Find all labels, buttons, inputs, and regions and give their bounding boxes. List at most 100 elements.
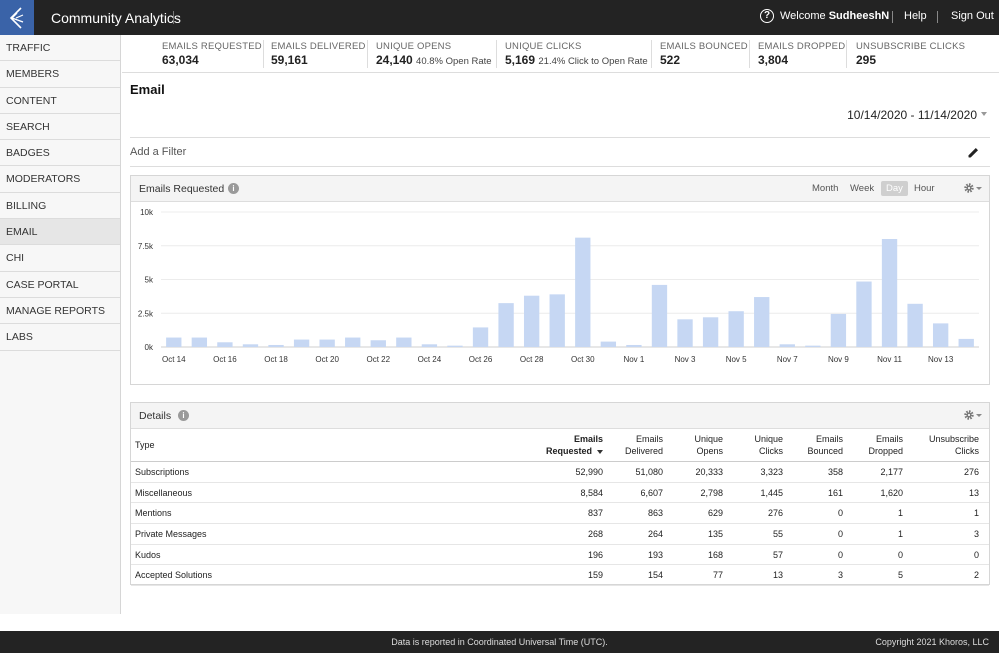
chart-bar[interactable] bbox=[447, 345, 463, 347]
x-tick-label: Nov 5 bbox=[726, 355, 747, 364]
chart-title: Emails Requested bbox=[139, 183, 225, 195]
chart-bar[interactable] bbox=[523, 295, 540, 347]
chart-bar[interactable] bbox=[217, 342, 233, 347]
column-header-unique-clicks[interactable]: Unique Clicks bbox=[733, 429, 793, 462]
column-header-unsubscribe-clicks[interactable]: Unsubscribe Clicks bbox=[913, 429, 989, 462]
gear-icon[interactable] bbox=[963, 409, 975, 421]
stat-emails-dropped[interactable]: EMAILS DROPPED 3,804 bbox=[758, 41, 845, 67]
sidebar-item-email[interactable]: EMAIL bbox=[0, 219, 120, 246]
sidebar-item-members[interactable]: MEMBERS bbox=[0, 61, 120, 88]
chart-bar[interactable] bbox=[370, 340, 386, 347]
chart-bar[interactable] bbox=[830, 313, 847, 347]
stat-emails-bounced[interactable]: EMAILS BOUNCED 522 bbox=[660, 41, 748, 67]
table-cell: 2,798 bbox=[673, 482, 733, 504]
sidebar-item-content[interactable]: CONTENT bbox=[0, 88, 120, 114]
help-icon[interactable]: ? bbox=[760, 9, 774, 23]
chart-bar[interactable] bbox=[345, 337, 361, 347]
chart-bar[interactable] bbox=[677, 319, 693, 347]
chart-bar[interactable] bbox=[958, 338, 974, 347]
gear-icon[interactable] bbox=[963, 182, 975, 194]
stat-emails-delivered[interactable]: EMAILS DELIVERED 59,161 bbox=[271, 41, 366, 67]
username: SudheeshN bbox=[828, 10, 890, 22]
chevron-down-icon[interactable] bbox=[976, 414, 982, 417]
help-link[interactable]: Help bbox=[904, 10, 927, 22]
chart-bar[interactable] bbox=[728, 311, 744, 347]
table-cell: 358 bbox=[793, 461, 853, 483]
table-cell: 0 bbox=[793, 544, 853, 566]
chart-bar[interactable] bbox=[191, 337, 208, 347]
table-cell: 196 bbox=[531, 544, 613, 566]
chart-bar[interactable] bbox=[805, 345, 821, 347]
column-header-emails-delivered[interactable]: Emails Delivered bbox=[613, 429, 673, 462]
add-filter-input[interactable]: Add a Filter bbox=[130, 146, 186, 158]
chart-bar[interactable] bbox=[702, 317, 719, 347]
date-range-picker[interactable]: 10/14/2020 - 11/14/2020 bbox=[847, 108, 977, 122]
chart-bar[interactable] bbox=[779, 344, 795, 347]
sign-out-link[interactable]: Sign Out bbox=[951, 10, 994, 22]
app-title: Community Analytics bbox=[51, 10, 181, 26]
column-header-type[interactable]: Type bbox=[131, 429, 531, 462]
granularity-month[interactable]: Month bbox=[807, 181, 843, 196]
sidebar-item-moderators[interactable]: MODERATORS bbox=[0, 166, 120, 193]
sidebar-item-search[interactable]: SEARCH bbox=[0, 114, 120, 141]
sidebar-item-labs[interactable]: LABS bbox=[0, 324, 120, 351]
chart-bar[interactable] bbox=[268, 344, 284, 347]
info-icon[interactable]: i bbox=[178, 410, 189, 421]
chart-bar[interactable] bbox=[651, 284, 668, 347]
chart-bar[interactable] bbox=[242, 344, 259, 347]
column-header-emails-dropped[interactable]: Emails Dropped bbox=[853, 429, 913, 462]
chart-bar[interactable] bbox=[293, 339, 310, 347]
khoros-logo-icon bbox=[9, 6, 24, 29]
table-cell: Miscellaneous bbox=[131, 482, 531, 504]
chevron-down-icon[interactable] bbox=[976, 187, 982, 190]
chart-bar[interactable] bbox=[549, 294, 565, 347]
chart-bar[interactable] bbox=[600, 341, 617, 347]
stat-unique-opens[interactable]: UNIQUE OPENS 24,140 40.8% Open Rate bbox=[376, 41, 492, 67]
pencil-icon[interactable] bbox=[966, 146, 980, 160]
header-line1: Emails bbox=[635, 434, 663, 444]
page-title: Email bbox=[130, 82, 165, 97]
footer: Data is reported in Coordinated Universa… bbox=[0, 631, 999, 653]
header-line2: Delivered bbox=[624, 446, 663, 456]
sidebar-item-billing[interactable]: BILLING bbox=[0, 193, 120, 220]
stat-unsubscribe-clicks[interactable]: UNSUBSCRIBE CLICKS 295 bbox=[856, 41, 965, 67]
granularity-hour[interactable]: Hour bbox=[909, 181, 940, 196]
logo[interactable] bbox=[0, 0, 34, 35]
x-tick-label: Nov 11 bbox=[877, 355, 902, 364]
chart-bar[interactable] bbox=[626, 344, 642, 347]
sidebar-item-badges[interactable]: BADGES bbox=[0, 140, 120, 167]
table-cell: 57 bbox=[733, 544, 793, 566]
info-icon[interactable]: i bbox=[228, 183, 239, 194]
stat-emails-requested[interactable]: EMAILS REQUESTED 63,034 bbox=[162, 41, 262, 67]
sidebar-item-case-portal[interactable]: CASE PORTAL bbox=[0, 272, 120, 298]
column-header-emails-bounced[interactable]: Emails Bounced bbox=[793, 429, 853, 462]
stat-sub: 21.4% Click to Open Rate bbox=[538, 56, 648, 67]
chart-bar[interactable] bbox=[881, 239, 898, 347]
chart-bar[interactable] bbox=[932, 323, 949, 347]
granularity-week[interactable]: Week bbox=[845, 181, 879, 196]
x-tick-label: Oct 16 bbox=[213, 355, 237, 364]
column-header-unique-opens[interactable]: Unique Opens bbox=[673, 429, 733, 462]
chevron-down-icon[interactable] bbox=[981, 112, 987, 116]
table-cell: 51,080 bbox=[613, 461, 673, 483]
header-line1: Unsubscribe bbox=[928, 434, 979, 444]
sidebar-item-traffic[interactable]: TRAFFIC bbox=[0, 35, 120, 62]
chart-bar[interactable] bbox=[166, 337, 182, 347]
chart-bar[interactable] bbox=[472, 327, 489, 347]
chart-bar[interactable] bbox=[754, 297, 770, 347]
chart-bar[interactable] bbox=[907, 303, 923, 347]
chart-bar[interactable] bbox=[856, 281, 872, 347]
stat-unique-clicks[interactable]: UNIQUE CLICKS 5,169 21.4% Click to Open … bbox=[505, 41, 648, 67]
table-cell: 6,607 bbox=[613, 482, 673, 504]
chart-bar[interactable] bbox=[396, 337, 412, 347]
details-table: Type Emails Requested Emails Delivered Uni… bbox=[131, 429, 989, 587]
column-header-emails-requested[interactable]: Emails Requested bbox=[531, 429, 613, 462]
chart-bar[interactable] bbox=[498, 303, 514, 347]
chart-bar[interactable] bbox=[421, 344, 438, 347]
divider bbox=[892, 11, 893, 23]
sidebar-item-manage-reports[interactable]: MANAGE REPORTS bbox=[0, 298, 120, 325]
granularity-day[interactable]: Day bbox=[881, 181, 908, 196]
chart-bar[interactable] bbox=[575, 237, 591, 347]
chart-bar[interactable] bbox=[319, 339, 335, 347]
sidebar-item-chi[interactable]: CHI bbox=[0, 245, 120, 272]
